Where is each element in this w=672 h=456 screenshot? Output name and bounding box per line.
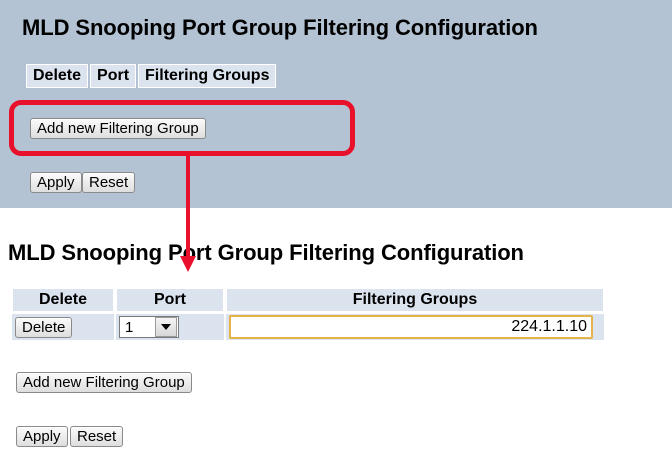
- arrow-down-icon: [180, 155, 196, 272]
